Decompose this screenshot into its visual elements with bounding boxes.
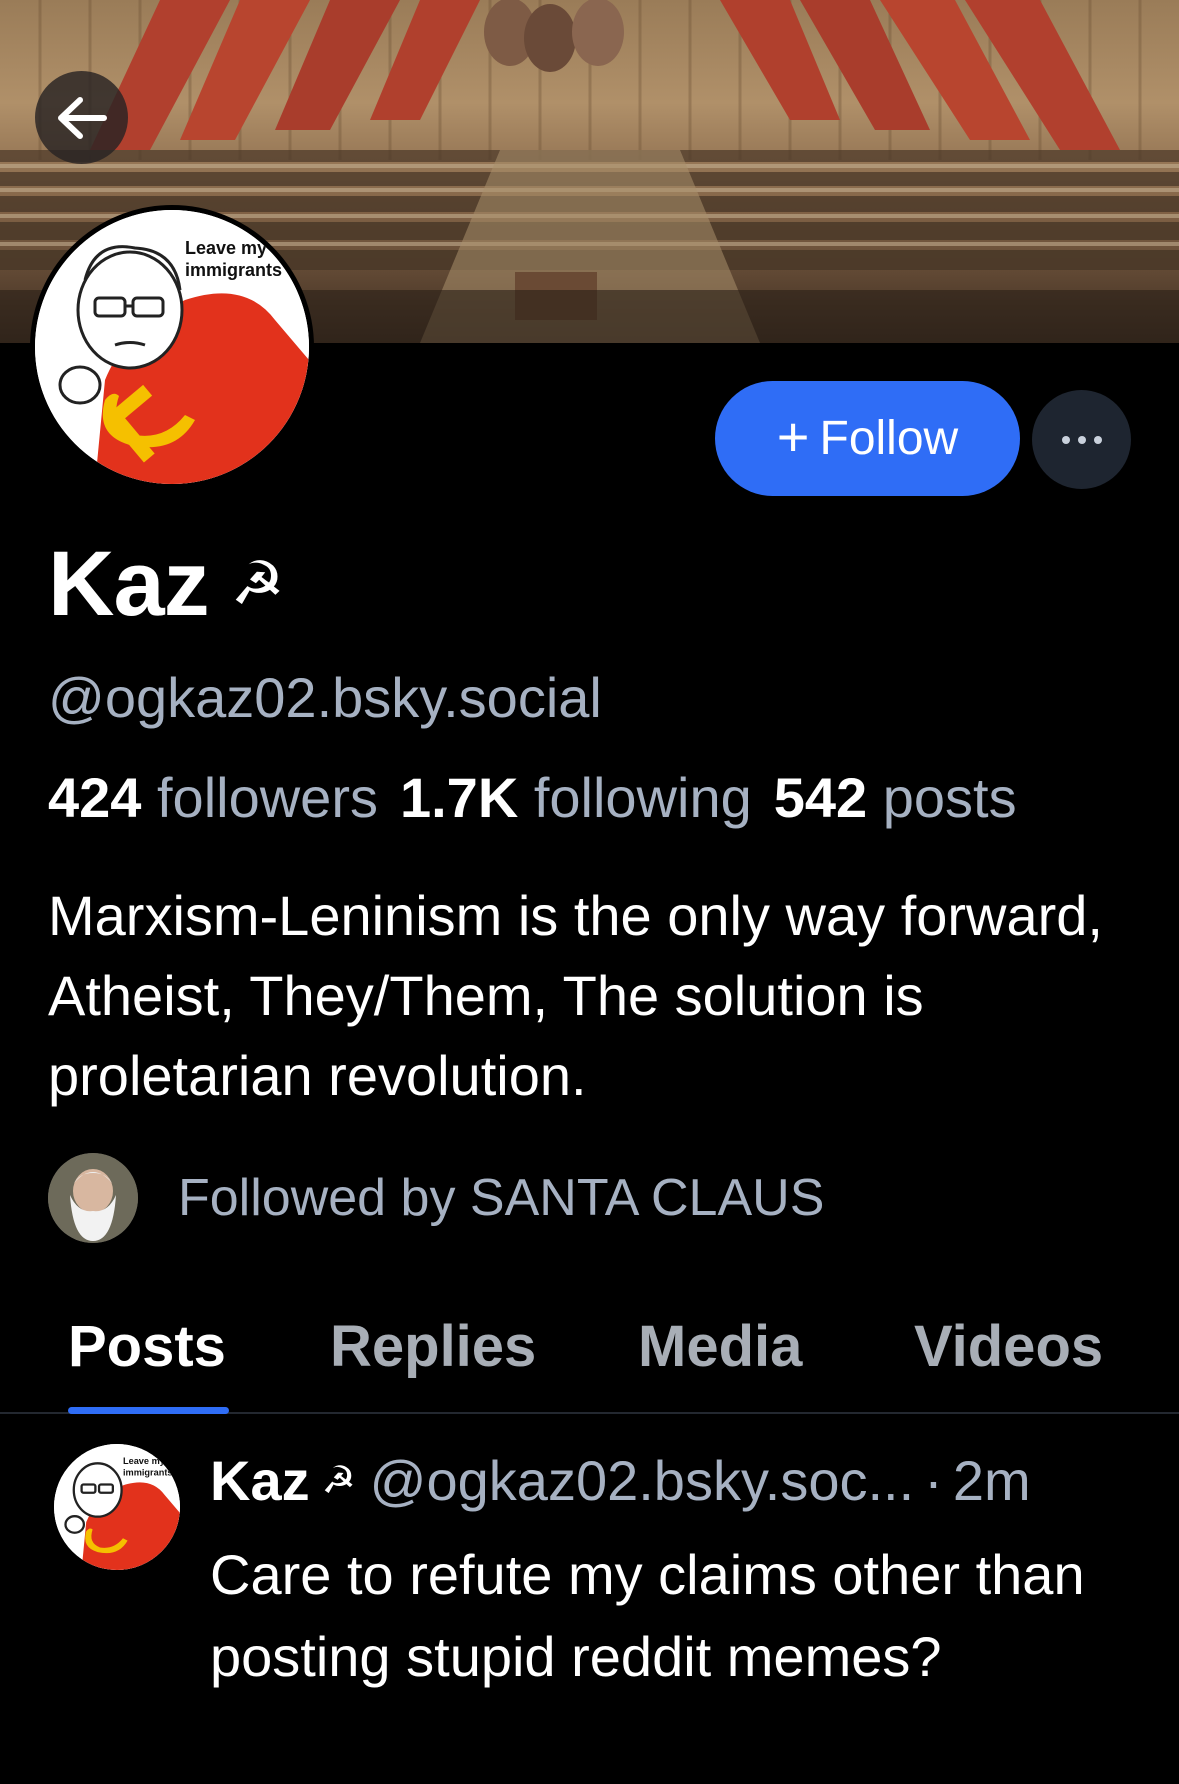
profile-name: Kaz ☭ bbox=[48, 530, 285, 638]
post-author-name[interactable]: Kaz bbox=[210, 1446, 310, 1516]
follow-label: Follow bbox=[819, 412, 959, 465]
ellipsis-icon bbox=[1061, 435, 1102, 444]
posts-count: 542 bbox=[773, 766, 868, 829]
post-author-handle[interactable]: @ogkaz02.bsky.soc... bbox=[370, 1446, 915, 1516]
post-author-avatar[interactable]: Leave my immigrants bbox=[54, 1444, 180, 1570]
svg-text:immigrants: immigrants bbox=[123, 1467, 173, 1477]
hammer-sickle-icon: ☭ bbox=[321, 1460, 356, 1502]
profile-avatar[interactable]: Leave my immigrants bbox=[30, 205, 314, 489]
arrow-left-icon bbox=[57, 96, 107, 139]
tab-media[interactable]: Media bbox=[638, 1302, 802, 1392]
followers-stat[interactable]: 424 followers bbox=[48, 766, 378, 829]
avatar-illustration: Leave my immigrants bbox=[35, 210, 309, 484]
followers-count: 424 bbox=[48, 766, 142, 829]
tab-posts[interactable]: Posts bbox=[68, 1302, 226, 1392]
hammer-sickle-icon: ☭ bbox=[230, 550, 285, 617]
followers-label: followers bbox=[157, 766, 378, 829]
profile-page: Leave my immigrants + Follow Kaz ☭ @ogka… bbox=[0, 0, 1179, 1784]
profile-tabs: Posts Replies Media Videos bbox=[0, 1290, 1179, 1414]
posts-label: posts bbox=[882, 766, 1017, 829]
tab-replies[interactable]: Replies bbox=[330, 1302, 536, 1392]
post-text: Care to refute my claims other than post… bbox=[210, 1543, 1085, 1688]
avatar-meme-text-2: immigrants bbox=[185, 260, 282, 280]
post-meta: Kaz ☭ @ogkaz02.bsky.soc... · 2m bbox=[210, 1446, 1031, 1516]
followed-by-row[interactable]: Followed by SANTA CLAUS bbox=[48, 1153, 824, 1243]
svg-text:Leave my: Leave my bbox=[123, 1456, 166, 1466]
tab-videos[interactable]: Videos bbox=[914, 1302, 1103, 1392]
follow-button[interactable]: + Follow bbox=[715, 381, 1020, 496]
avatar-meme-text-1: Leave my bbox=[185, 238, 267, 258]
more-options-button[interactable] bbox=[1032, 390, 1131, 489]
post-timestamp[interactable]: 2m bbox=[953, 1446, 1031, 1516]
following-stat[interactable]: 1.7K following bbox=[400, 766, 752, 829]
posts-stat: 542 posts bbox=[774, 766, 1017, 829]
following-count: 1.7K bbox=[399, 766, 519, 829]
feed-post[interactable]: Leave my immigrants Kaz ☭ @ogkaz02.bsky.… bbox=[0, 1416, 1179, 1784]
profile-stats: 424 followers 1.7K following 542 posts bbox=[48, 765, 1168, 831]
followed-by-text: Followed by SANTA CLAUS bbox=[178, 1169, 825, 1227]
follower-avatar bbox=[48, 1153, 138, 1243]
back-button[interactable] bbox=[35, 71, 128, 164]
plus-icon: + bbox=[776, 404, 810, 468]
profile-bio: Marxism-Leninism is the only way forward… bbox=[48, 884, 1103, 1107]
meta-separator: · bbox=[924, 1449, 943, 1512]
profile-handle[interactable]: @ogkaz02.bsky.social bbox=[48, 665, 602, 731]
active-tab-indicator bbox=[68, 1407, 229, 1414]
profile-name-text: Kaz bbox=[48, 533, 210, 635]
following-label: following bbox=[533, 766, 752, 829]
